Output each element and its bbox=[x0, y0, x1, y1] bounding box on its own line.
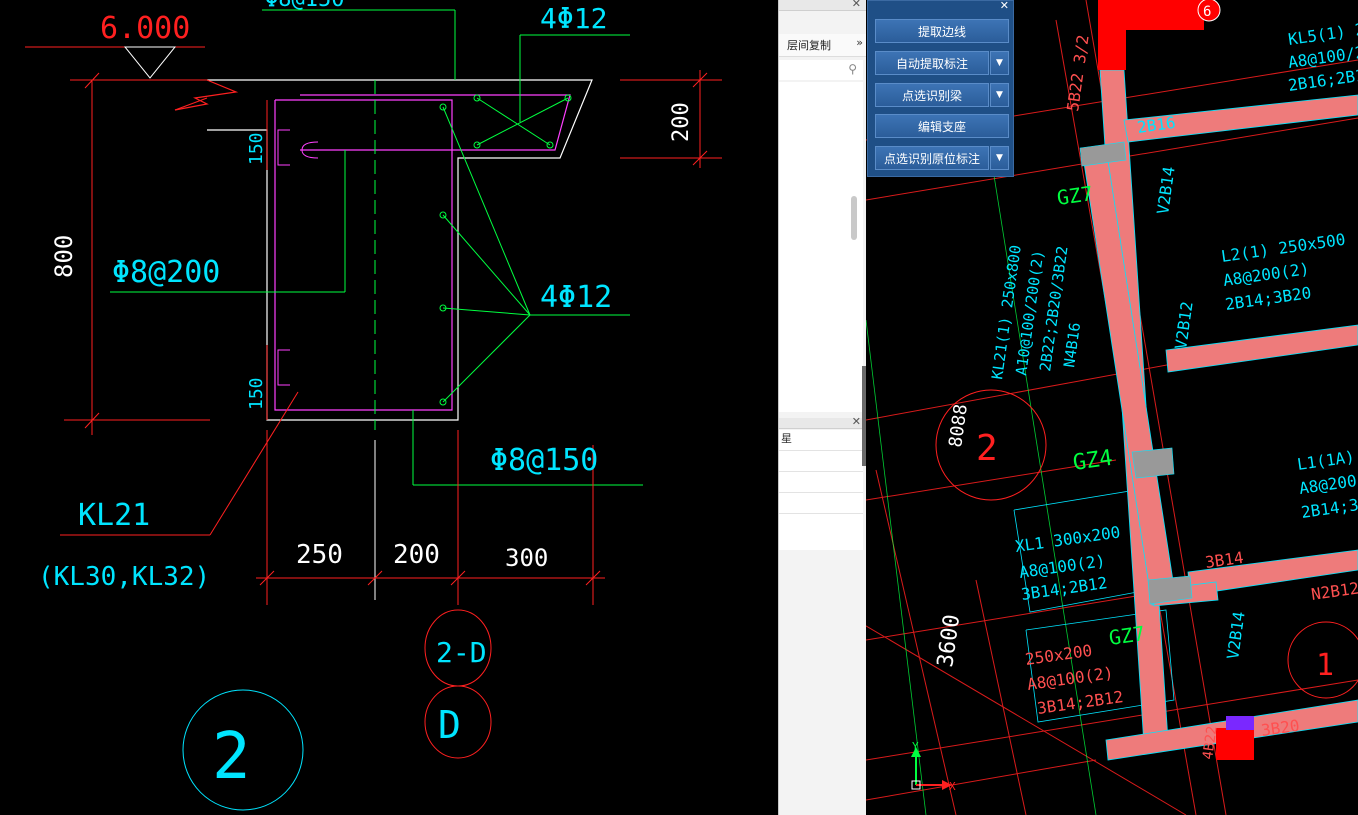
panel-toolbar: 层间复制 » bbox=[779, 34, 867, 57]
elevation-triangle bbox=[123, 46, 177, 79]
rebar-dots bbox=[439, 94, 572, 406]
bottom-stirrup-label: Φ8@150 bbox=[490, 443, 598, 478]
kl21-leader bbox=[209, 391, 299, 536]
gz4: GZ4 bbox=[1071, 446, 1114, 476]
width-dim-3: 300 bbox=[505, 544, 548, 572]
extract-edge-button[interactable]: 提取边线 bbox=[875, 19, 1009, 43]
leader-lines bbox=[110, 9, 643, 486]
right-dim-text: 200 bbox=[669, 102, 694, 142]
dim-150-bottom-text: 150 bbox=[246, 377, 267, 410]
copy-between-floors-button[interactable]: 层间复制 bbox=[787, 37, 831, 53]
axis-label-2d: 2-D bbox=[436, 636, 487, 669]
list-item[interactable] bbox=[779, 493, 863, 514]
edit-support-button[interactable]: 编辑支座 bbox=[875, 114, 1009, 138]
ucs-icon bbox=[911, 747, 952, 790]
stirrup-label: Φ8@200 bbox=[112, 255, 220, 290]
beam-250-line1: 250x200 bbox=[1024, 641, 1093, 669]
l1-line3: 2B14;3B bbox=[1300, 494, 1358, 522]
column-violet bbox=[1226, 716, 1254, 730]
panel-titlebar: ✕ bbox=[779, 0, 867, 11]
beam-label: KL21 bbox=[78, 498, 150, 533]
v2b14: V2B14 bbox=[1153, 165, 1179, 215]
gz-top: GZ7 bbox=[1055, 181, 1094, 210]
list-item[interactable] bbox=[779, 451, 863, 472]
width-dim-1: 250 bbox=[296, 540, 343, 570]
side-rebar-label: 4Φ12 bbox=[540, 280, 612, 315]
height-dim-text: 800 bbox=[50, 235, 78, 278]
panel-list-area bbox=[779, 82, 863, 412]
elevation-text: 6.000 bbox=[100, 11, 190, 46]
recognition-toolbar: ✕ 提取边线 自动提取标注 ▼ 点选识别梁 ▼ 编辑支座 点选识别原位标注 ▼ bbox=[867, 0, 1014, 177]
list-item[interactable] bbox=[779, 472, 863, 493]
ucs-x-label: X bbox=[949, 780, 956, 793]
slab-stirrup bbox=[300, 94, 571, 151]
gz7b: GZ7 bbox=[1107, 621, 1146, 650]
bar-n2b12: N2B12 bbox=[1310, 578, 1358, 604]
dim-150-top-text: 150 bbox=[246, 132, 267, 165]
list-item[interactable]: 星 bbox=[779, 430, 863, 451]
beam-alt-label: (KL30,KL32) bbox=[38, 562, 210, 592]
panel-lower-titlebar: ✕ bbox=[779, 415, 867, 429]
section-bubble-1-text: 1 bbox=[1316, 648, 1334, 683]
stirrup-outline bbox=[274, 99, 453, 411]
v2b12: V2B12 bbox=[1171, 300, 1197, 350]
close-icon[interactable]: ✕ bbox=[1000, 0, 1009, 12]
grid-bubble-top-text: 6 bbox=[1203, 4, 1211, 20]
cad-section-view[interactable]: 6.000 4Φ12 Φ8@200 4Φ12 800 200 150 150 Φ… bbox=[0, 0, 778, 815]
top-rebar-label: 4Φ12 bbox=[540, 2, 607, 35]
pick-identify-inplace-annotation-button[interactable]: 点选识别原位标注 bbox=[875, 146, 989, 170]
chevron-down-icon[interactable]: ▼ bbox=[990, 83, 1009, 107]
dim-800 bbox=[64, 72, 210, 435]
section-bubble-2-text: 2 bbox=[976, 428, 998, 469]
section-outline bbox=[207, 79, 593, 421]
xl1-line1: XL1 300x200 bbox=[1014, 522, 1122, 556]
double-chevron-right-icon[interactable]: » bbox=[856, 36, 863, 49]
ucs-y-label: Y bbox=[912, 740, 919, 753]
panel-search[interactable]: ⚲ bbox=[779, 60, 863, 80]
detail-number: 2 bbox=[212, 720, 251, 794]
pick-identify-beam-button[interactable]: 点选识别梁 bbox=[875, 83, 989, 107]
l1-line1: L1(1A) 25 bbox=[1296, 443, 1358, 474]
close-icon[interactable]: ✕ bbox=[852, 415, 861, 428]
v2b14b: V2B14 bbox=[1223, 610, 1249, 660]
dim-3600: 3600 bbox=[933, 613, 965, 669]
width-dim-2: 200 bbox=[393, 540, 440, 570]
hook-bottom bbox=[277, 349, 290, 386]
break-line-2 bbox=[174, 97, 208, 111]
l1-line2: A8@200(2 bbox=[1298, 468, 1358, 498]
axis-letter-d: D bbox=[438, 703, 461, 747]
magnifier-icon[interactable]: ⚲ bbox=[848, 62, 857, 76]
chevron-down-icon[interactable]: ▼ bbox=[990, 51, 1009, 75]
l2-line1: L2(1) 250x500 bbox=[1220, 230, 1347, 266]
close-icon[interactable]: ✕ bbox=[852, 0, 861, 10]
kl21-line4: N4B16 bbox=[1060, 321, 1084, 368]
bar-5b22: 5B22 3/2 bbox=[1063, 34, 1093, 113]
top-clipped-label: Φ8@150 bbox=[265, 0, 344, 12]
panel-lower-list: 星 bbox=[779, 430, 863, 550]
chevron-down-icon[interactable]: ▼ bbox=[990, 146, 1009, 170]
bar-3b20: 3B20 bbox=[1260, 716, 1301, 740]
hook-left bbox=[277, 129, 290, 166]
scrollbar-thumb[interactable] bbox=[851, 196, 857, 240]
section-detail-drawing: 6.000 4Φ12 Φ8@200 4Φ12 800 200 150 150 Φ… bbox=[25, 0, 722, 811]
break-line bbox=[174, 79, 239, 111]
property-panel: ✕ 层间复制 » ⚲ ✕ 星 bbox=[778, 0, 867, 815]
auto-extract-annotation-button[interactable]: 自动提取标注 bbox=[875, 51, 989, 75]
